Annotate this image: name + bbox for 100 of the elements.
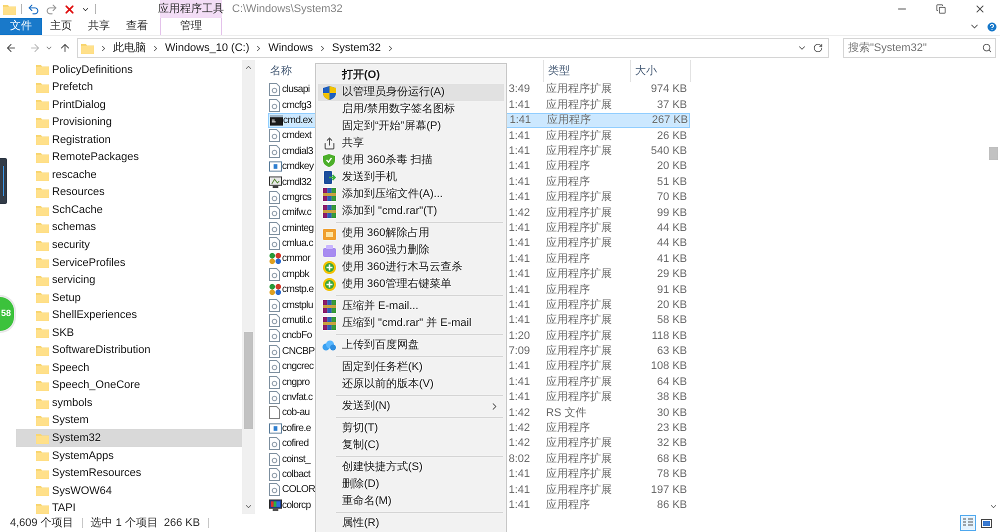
up-icon[interactable]: [59, 42, 71, 54]
modified-time: 3:49: [508, 82, 530, 98]
nav-item[interactable]: Setup: [16, 289, 242, 307]
folder-icon: [36, 170, 49, 181]
nav-item[interactable]: servicing: [16, 272, 242, 290]
back-icon[interactable]: [5, 42, 17, 54]
breadcrumb[interactable]: System32: [332, 40, 381, 56]
scroll-thumb[interactable]: [244, 332, 253, 429]
scroll-down-icon[interactable]: [244, 502, 253, 511]
breadcrumb[interactable]: 此电脑: [113, 40, 146, 56]
undo-icon[interactable]: [27, 2, 40, 16]
nav-item[interactable]: RemotePackages: [16, 148, 242, 166]
menu-item[interactable]: 创建快捷方式(S): [318, 459, 504, 476]
nav-item[interactable]: SchCache: [16, 201, 242, 219]
menu-item[interactable]: 使用 360进行木马云查杀: [318, 259, 504, 276]
menu-item[interactable]: 删除(D): [318, 476, 504, 493]
address-field[interactable]: 此电脑 Windows_10 (C:) Windows System32: [77, 38, 829, 58]
nav-item[interactable]: symbols: [16, 394, 242, 412]
nav-item[interactable]: PrintDialog: [16, 96, 242, 114]
nav-item[interactable]: SystemResources: [16, 464, 242, 482]
menu-item[interactable]: 添加到 "cmd.rar"(T): [318, 203, 504, 220]
window-icon: [269, 161, 282, 172]
menu-item[interactable]: 使用 360强力删除: [318, 242, 504, 259]
nav-item[interactable]: Resources: [16, 184, 242, 202]
search-icon[interactable]: [982, 43, 992, 53]
scroll-up-icon[interactable]: [244, 63, 253, 72]
nav-item[interactable]: SysWOW64: [16, 482, 242, 500]
scroll-thumb[interactable]: [988, 147, 998, 160]
blank-document-icon: [269, 406, 280, 420]
document-gear-icon: [269, 452, 280, 466]
breadcrumb[interactable]: Windows: [268, 40, 313, 56]
scroll-down-icon[interactable]: [988, 502, 998, 511]
side-panel-handle[interactable]: [0, 158, 7, 204]
menu-item[interactable]: 打开(O): [318, 67, 504, 84]
menu-item[interactable]: 发送到手机: [318, 169, 504, 186]
nav-item[interactable]: SystemApps: [16, 447, 242, 465]
menu-item[interactable]: 固定到任务栏(K): [318, 359, 504, 376]
menu-item[interactable]: 重命名(M): [318, 493, 504, 510]
menu-item[interactable]: 以管理员身份运行(A): [318, 84, 504, 101]
menu-item[interactable]: 属性(R): [318, 515, 504, 532]
file-size: 51 KB: [656, 174, 687, 190]
breadcrumb[interactable]: Windows_10 (C:): [165, 40, 250, 56]
ribbon-tab[interactable]: 主页: [42, 18, 80, 35]
column-header[interactable]: 类型: [544, 62, 630, 80]
file-size: 118 KB: [650, 328, 687, 344]
ribbon-tab[interactable]: 共享: [80, 18, 118, 35]
refresh-icon[interactable]: [813, 43, 823, 53]
modified-time: 1:41: [508, 267, 530, 282]
search-field[interactable]: 搜索"System32": [843, 38, 996, 58]
ribbon-tab[interactable]: 文件: [0, 18, 42, 35]
details-view-button[interactable]: [960, 515, 976, 531]
nav-item[interactable]: Speech: [16, 359, 242, 377]
help-icon[interactable]: [986, 20, 998, 32]
nav-item[interactable]: ShellExperiences: [16, 306, 242, 324]
menu-item[interactable]: 压缩到 "cmd.rar" 并 E-mail: [318, 315, 504, 332]
menu-item[interactable]: 启用/禁用数字签名图标: [318, 101, 504, 118]
menu-item[interactable]: 发送到(N): [318, 398, 504, 415]
menu-item[interactable]: 还原以前的版本(V): [318, 376, 504, 393]
nav-item[interactable]: SKB: [16, 324, 242, 342]
modified-time: 1:41: [508, 159, 530, 174]
nav-item[interactable]: rescache: [16, 166, 242, 184]
delete-icon[interactable]: [63, 2, 76, 16]
menu-item[interactable]: 使用 360杀毒 扫描: [318, 152, 504, 169]
close-icon[interactable]: [974, 3, 986, 15]
file-type: 应用程序: [545, 498, 591, 513]
nav-item[interactable]: System32: [16, 429, 242, 448]
restore-icon[interactable]: [936, 4, 946, 14]
nav-item[interactable]: PolicyDefinitions: [16, 61, 242, 79]
scrollbar[interactable]: [242, 60, 255, 514]
menu-item[interactable]: 使用 360管理右键菜单: [318, 276, 504, 293]
nav-item[interactable]: Provisioning: [16, 114, 242, 132]
file-type: 应用程序扩展: [545, 482, 613, 498]
eraser-icon: [322, 244, 336, 256]
nav-item[interactable]: SoftwareDistribution: [16, 342, 242, 360]
redo-icon[interactable]: [45, 2, 58, 16]
menu-item[interactable]: 压缩并 E-mail...: [318, 298, 504, 315]
menu-item[interactable]: 添加到压缩文件(A)...: [318, 186, 504, 203]
ribbon-tab[interactable]: 管理: [160, 18, 222, 35]
column-header[interactable]: 大小: [631, 62, 690, 80]
nav-item[interactable]: ServiceProfiles: [16, 254, 242, 272]
file-size: 64 KB: [656, 374, 687, 390]
menu-item[interactable]: 共享: [318, 135, 504, 152]
file-size: 63 KB: [656, 344, 687, 360]
modified-time: 1:41: [508, 467, 530, 482]
menu-item[interactable]: 上传到百度网盘: [318, 337, 504, 354]
file-name: cmgrcs: [282, 190, 312, 205]
menu-item[interactable]: 复制(C): [318, 437, 504, 454]
menu-item[interactable]: 固定到“开始”屏幕(P): [318, 118, 504, 135]
menu-item[interactable]: 剪切(T): [318, 420, 504, 437]
nav-item[interactable]: Speech_OneCore: [16, 376, 242, 394]
menu-item[interactable]: 使用 360解除占用: [318, 225, 504, 242]
ribbon-tab[interactable]: 查看: [118, 18, 156, 35]
nav-item[interactable]: Prefetch: [16, 78, 242, 96]
recent-caret-icon[interactable]: [45, 44, 53, 52]
nav-item[interactable]: System: [16, 412, 242, 430]
nav-item[interactable]: TAPI: [16, 500, 242, 518]
window-title: C:\Windows\System32: [232, 2, 343, 17]
nav-item[interactable]: schemas: [16, 218, 242, 236]
nav-item[interactable]: security: [16, 236, 242, 254]
nav-item[interactable]: Registration: [16, 131, 242, 149]
